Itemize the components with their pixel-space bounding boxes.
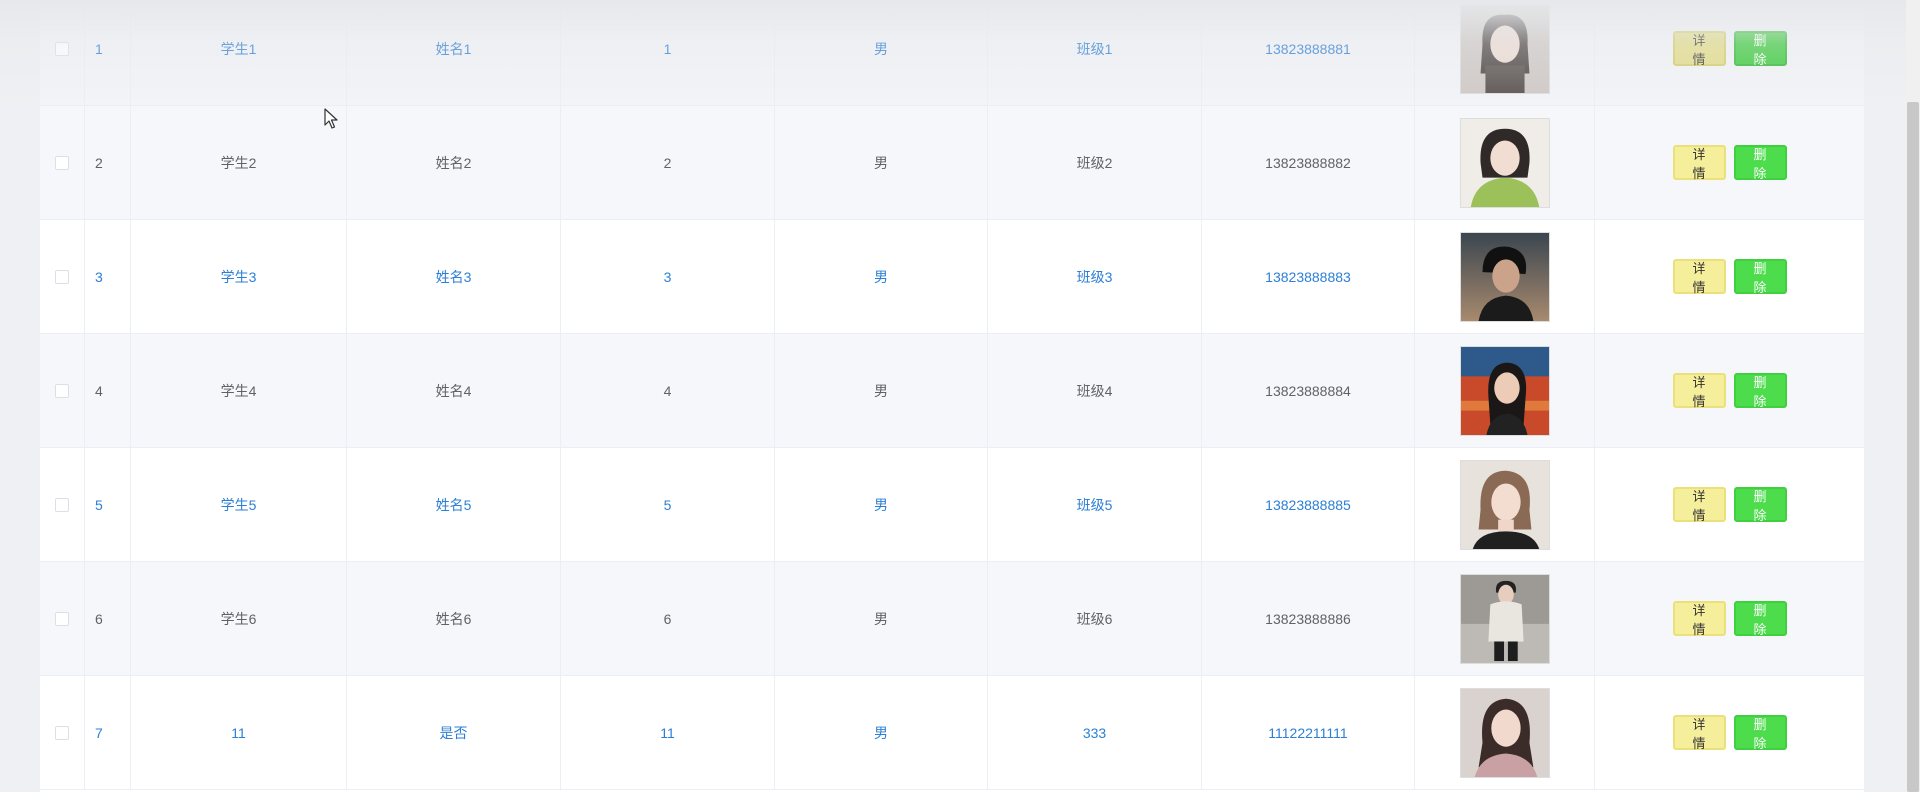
gender-cell: 男 <box>775 562 988 675</box>
student-cell: 学生6 <box>131 562 347 675</box>
avatar-photo <box>1459 345 1550 436</box>
row-checkbox[interactable] <box>55 383 69 398</box>
delete-button[interactable]: 删除 <box>1733 259 1787 295</box>
table-row[interactable]: 7 11 是否 11 男 333 11122211111 详情 删除 <box>40 676 1864 790</box>
student-cell: 学生5 <box>131 448 347 561</box>
phone-cell: 13823888882 <box>1202 106 1415 219</box>
table-row[interactable]: 5 学生5 姓名5 5 男 班级5 13823888885 详情 删除 <box>40 448 1864 562</box>
gender-cell: 男 <box>775 676 988 789</box>
avatar-photo <box>1459 573 1550 664</box>
phone-cell: 13823888881 <box>1202 0 1415 105</box>
detail-button[interactable]: 详情 <box>1672 715 1726 751</box>
scrollbar-thumb[interactable] <box>1907 102 1919 792</box>
class-cell: 333 <box>988 676 1202 789</box>
student-cell: 学生2 <box>131 106 347 219</box>
student-table: 1 学生1 姓名1 1 男 班级1 13823888881 详情 删除 2 学生… <box>40 0 1864 792</box>
detail-button[interactable]: 详情 <box>1672 373 1726 409</box>
row-index: 1 <box>85 0 131 105</box>
student-cell: 学生1 <box>131 0 347 105</box>
class-cell: 班级4 <box>988 334 1202 447</box>
delete-button[interactable]: 删除 <box>1733 31 1787 67</box>
class-cell: 班级2 <box>988 106 1202 219</box>
detail-button[interactable]: 详情 <box>1672 487 1726 523</box>
row-index: 5 <box>85 448 131 561</box>
table-row[interactable]: 3 学生3 姓名3 3 男 班级3 13823888883 详情 删除 <box>40 220 1864 334</box>
name-cell: 是否 <box>347 676 561 789</box>
vertical-scrollbar[interactable] <box>1906 0 1920 792</box>
row-checkbox[interactable] <box>55 611 69 626</box>
avatar-photo <box>1459 459 1550 550</box>
row-index: 3 <box>85 220 131 333</box>
phone-cell: 13823888884 <box>1202 334 1415 447</box>
avatar-photo <box>1459 3 1550 94</box>
name-cell: 姓名2 <box>347 106 561 219</box>
gender-cell: 男 <box>775 448 988 561</box>
detail-button[interactable]: 详情 <box>1672 259 1726 295</box>
number-cell: 5 <box>561 448 775 561</box>
number-cell: 3 <box>561 220 775 333</box>
gender-cell: 男 <box>775 0 988 105</box>
number-cell: 4 <box>561 334 775 447</box>
phone-cell: 11122211111 <box>1202 676 1415 789</box>
row-index: 7 <box>85 676 131 789</box>
number-cell: 11 <box>561 676 775 789</box>
class-cell: 班级1 <box>988 0 1202 105</box>
table-row[interactable]: 1 学生1 姓名1 1 男 班级1 13823888881 详情 删除 <box>40 0 1864 106</box>
name-cell: 姓名6 <box>347 562 561 675</box>
delete-button[interactable]: 删除 <box>1733 373 1787 409</box>
name-cell: 姓名5 <box>347 448 561 561</box>
detail-button[interactable]: 详情 <box>1672 31 1726 67</box>
class-cell: 班级6 <box>988 562 1202 675</box>
row-index: 6 <box>85 562 131 675</box>
class-cell: 班级5 <box>988 448 1202 561</box>
class-cell: 班级3 <box>988 220 1202 333</box>
phone-cell: 13823888885 <box>1202 448 1415 561</box>
student-cell: 11 <box>131 676 347 789</box>
row-checkbox[interactable] <box>55 41 69 56</box>
row-checkbox[interactable] <box>55 269 69 284</box>
gender-cell: 男 <box>775 334 988 447</box>
detail-button[interactable]: 详情 <box>1672 601 1726 637</box>
name-cell: 姓名3 <box>347 220 561 333</box>
delete-button[interactable]: 删除 <box>1733 487 1787 523</box>
table-row[interactable]: 6 学生6 姓名6 6 男 班级6 13823888886 详情 删除 <box>40 562 1864 676</box>
delete-button[interactable]: 删除 <box>1733 715 1787 751</box>
phone-cell: 13823888883 <box>1202 220 1415 333</box>
student-cell: 学生4 <box>131 334 347 447</box>
number-cell: 2 <box>561 106 775 219</box>
table-row[interactable]: 2 学生2 姓名2 2 男 班级2 13823888882 详情 删除 <box>40 106 1864 220</box>
gender-cell: 男 <box>775 106 988 219</box>
avatar-photo <box>1459 117 1550 208</box>
row-index: 4 <box>85 334 131 447</box>
avatar-photo <box>1459 687 1550 778</box>
number-cell: 6 <box>561 562 775 675</box>
phone-cell: 13823888886 <box>1202 562 1415 675</box>
number-cell: 1 <box>561 0 775 105</box>
detail-button[interactable]: 详情 <box>1672 145 1726 181</box>
delete-button[interactable]: 删除 <box>1733 601 1787 637</box>
delete-button[interactable]: 删除 <box>1733 145 1787 181</box>
table-row[interactable]: 4 学生4 姓名4 4 男 班级4 13823888884 详情 删除 <box>40 334 1864 448</box>
name-cell: 姓名4 <box>347 334 561 447</box>
row-checkbox[interactable] <box>55 497 69 512</box>
row-index: 2 <box>85 106 131 219</box>
row-checkbox[interactable] <box>55 155 69 170</box>
name-cell: 姓名1 <box>347 0 561 105</box>
student-cell: 学生3 <box>131 220 347 333</box>
avatar-photo <box>1459 231 1550 322</box>
row-checkbox[interactable] <box>55 725 69 740</box>
mouse-cursor-icon <box>324 108 338 129</box>
gender-cell: 男 <box>775 220 988 333</box>
